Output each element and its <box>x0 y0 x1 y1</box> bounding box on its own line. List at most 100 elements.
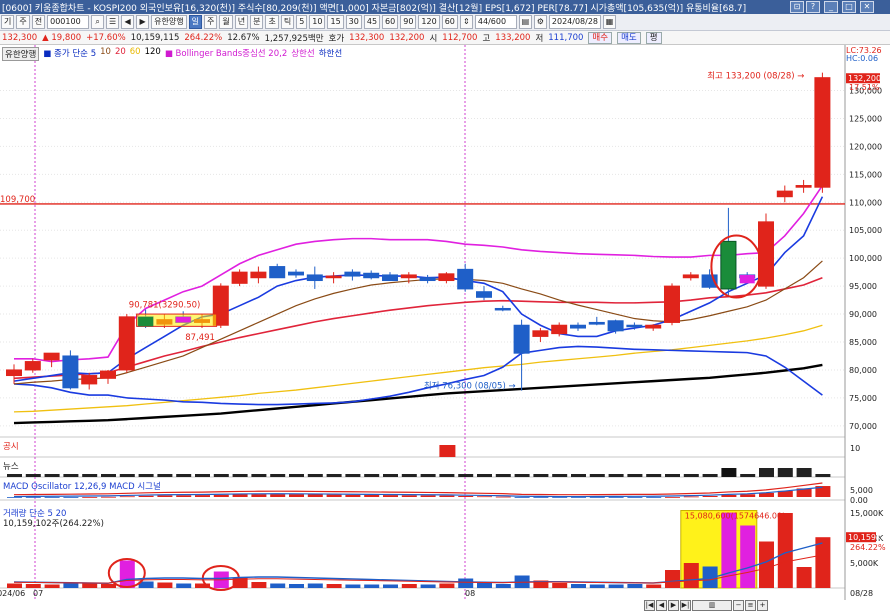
news-bar <box>401 474 417 477</box>
volume-bar <box>571 584 586 588</box>
search-icon[interactable]: ⌕ <box>91 15 105 29</box>
period-week[interactable]: 주 <box>203 15 218 29</box>
news-bar <box>608 474 624 477</box>
candle-body <box>551 324 568 335</box>
restore-icon[interactable]: ⊡ <box>790 1 804 13</box>
minute-90[interactable]: 90 <box>400 15 417 29</box>
minute-10[interactable]: 10 <box>309 15 326 29</box>
legend-ma120: 120 <box>144 47 161 57</box>
minute-custom[interactable]: 60 <box>441 15 458 29</box>
news-bar <box>63 474 79 477</box>
high-label: 고 <box>482 33 491 44</box>
candle-body <box>269 266 286 279</box>
disclosure-bar <box>439 445 456 457</box>
menu-giup[interactable]: 기 <box>1 15 15 29</box>
candle-body <box>344 271 361 277</box>
menu-jeon[interactable]: 전 <box>31 15 46 29</box>
scroll-last-icon[interactable]: ▶| <box>680 600 691 611</box>
volume-bar <box>420 584 436 588</box>
news-bar <box>101 474 116 477</box>
volume-bar <box>627 584 643 588</box>
date-input[interactable]: 2024/08/28 <box>548 15 601 29</box>
scroll-right-icon[interactable]: ▶ <box>668 600 679 611</box>
scroll-track[interactable]: ▥ <box>692 600 732 611</box>
minute-45[interactable]: 45 <box>363 15 381 29</box>
candle-body <box>438 273 455 282</box>
candle-body <box>118 316 135 371</box>
price-tick-label: 125,000 <box>849 114 882 123</box>
news-bar <box>702 474 718 477</box>
sell-button[interactable]: 매도 <box>617 31 641 44</box>
x-axis-label: 08 <box>465 589 475 598</box>
price-change-pct: +17.60% <box>86 32 126 43</box>
candle-body-highlight <box>739 274 755 284</box>
scroll-left-icon[interactable]: ◀ <box>656 600 667 611</box>
stock-name-field[interactable]: 유한양행 <box>151 15 187 29</box>
period-second[interactable]: 초 <box>265 15 279 29</box>
candle-body <box>607 320 624 332</box>
period-day[interactable]: 일 <box>188 15 202 29</box>
macd-pane-label: MACD Oscillator 12,26,9 MACD 시그널 <box>3 482 161 492</box>
count-field[interactable]: 44/600 <box>474 15 517 29</box>
volume-bar <box>326 584 342 588</box>
high-price: 133,200 <box>495 32 531 43</box>
zoom-out-icon[interactable]: − <box>733 600 744 611</box>
period-year[interactable]: 년 <box>234 15 249 29</box>
scroll-first-icon[interactable]: |◀ <box>644 600 655 611</box>
volume-bar <box>307 583 323 588</box>
candle-body <box>795 185 812 188</box>
zoom-in-icon[interactable]: + <box>757 600 768 611</box>
period-month[interactable]: 월 <box>219 15 233 29</box>
volume-bar <box>364 584 380 588</box>
stepper-icon[interactable]: ⇕ <box>459 15 473 29</box>
volume-bar <box>759 541 774 588</box>
maximize-icon[interactable]: □ <box>842 1 856 13</box>
news-bar <box>195 474 210 477</box>
candle-body <box>588 321 605 325</box>
bid-price: 132,200 <box>389 32 425 43</box>
macd-bar <box>646 497 662 498</box>
period-minute[interactable]: 분 <box>250 15 264 29</box>
macd-bar <box>345 494 361 497</box>
open-price: 112,700 <box>442 32 478 43</box>
fit-icon[interactable]: ≡ <box>745 600 756 611</box>
current-price: 132,300 <box>2 32 38 43</box>
minute-60[interactable]: 60 <box>382 15 399 29</box>
minute-30[interactable]: 30 <box>345 15 362 29</box>
legend-stock-name[interactable]: 유한양행 <box>2 47 40 61</box>
news-bar <box>157 474 173 477</box>
legend-ma10: 10 <box>100 47 111 57</box>
minute-5[interactable]: 5 <box>296 15 308 29</box>
help-icon[interactable]: ? <box>806 1 820 13</box>
minute-120[interactable]: 120 <box>418 15 440 29</box>
calendar-icon[interactable]: ▦ <box>603 15 616 29</box>
period-tick[interactable]: 틱 <box>280 15 295 29</box>
news-bar <box>44 474 60 477</box>
volume-bar <box>157 582 173 588</box>
settings-icon[interactable]: ⚙ <box>533 15 547 29</box>
price-info-bar: 132,300 ▲ 19,800 +17.60% 10,159,115 264.… <box>0 31 890 45</box>
prev-icon[interactable]: ◀ <box>121 15 135 29</box>
candle-body <box>814 77 831 188</box>
news-bar <box>213 474 229 477</box>
list-icon[interactable]: ☰ <box>106 15 120 29</box>
menu-ju[interactable]: 주 <box>16 15 30 29</box>
avg-button[interactable]: 평 <box>645 31 662 44</box>
next-icon[interactable]: ▶ <box>136 15 150 29</box>
stock-chart[interactable]: 130,000125,000120,000115,000110,000105,0… <box>0 45 890 612</box>
lock-icon[interactable]: ▤ <box>518 15 532 29</box>
minimize-icon[interactable]: _ <box>824 1 838 13</box>
volume-bar <box>82 583 98 588</box>
macd-bar <box>176 495 192 497</box>
news-bar <box>646 474 662 477</box>
candle-body <box>476 291 492 298</box>
close-icon[interactable]: ✕ <box>860 1 874 13</box>
buy-button[interactable]: 매수 <box>588 31 613 44</box>
minute-15[interactable]: 15 <box>327 15 344 29</box>
price-tick-label: 70,000 <box>849 422 877 431</box>
price-tick-label: 120,000 <box>849 142 882 151</box>
window-titlebar: [0600] 키움종합차트 - KOSPI200 외국인보유[16,320(천)… <box>0 0 890 14</box>
stock-code-input[interactable]: 000100 <box>47 15 90 29</box>
macd-bar <box>589 497 605 498</box>
news-bar <box>589 474 605 477</box>
